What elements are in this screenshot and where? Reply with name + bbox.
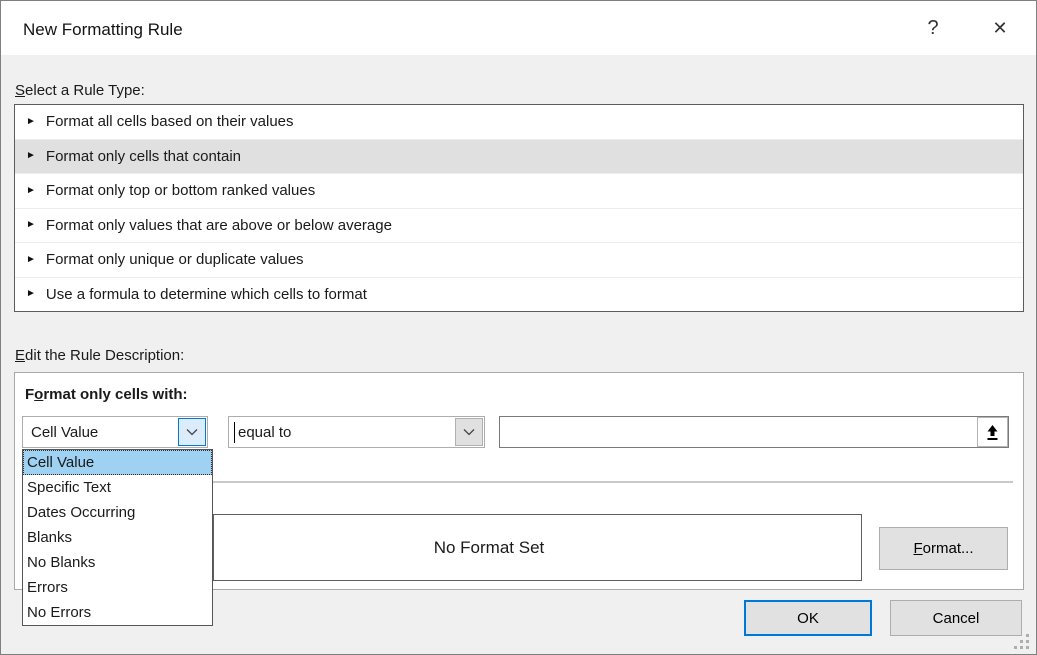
- rule-arrow-icon: ►: [26, 117, 36, 127]
- rule-type-option[interactable]: ► Use a formula to determine which cells…: [15, 278, 1023, 312]
- rule-type-option[interactable]: ► Format only unique or duplicate values: [15, 243, 1023, 278]
- rule-value-input[interactable]: [500, 417, 975, 447]
- rule-type-option-label: Format only unique or duplicate values: [46, 251, 304, 268]
- rule-value-field: [499, 416, 1009, 448]
- rule-arrow-icon: ►: [26, 151, 36, 161]
- rule-type-label: Select a Rule Type:: [15, 82, 145, 99]
- rule-arrow-icon: ►: [26, 255, 36, 265]
- cell-type-dropdown-button[interactable]: [178, 418, 206, 446]
- resize-grip[interactable]: [1013, 633, 1029, 649]
- title-bar: New Formatting Rule ? ✕: [1, 1, 1036, 55]
- range-picker-up-arrow-icon: [985, 424, 1000, 441]
- rule-type-option[interactable]: ► Format all cells based on their values: [15, 105, 1023, 140]
- operator-dropdown-button[interactable]: [455, 418, 483, 446]
- dropdown-option[interactable]: No Blanks: [23, 550, 212, 575]
- condition-label: Format only cells with:: [25, 386, 188, 403]
- ok-button[interactable]: OK: [744, 600, 872, 636]
- rule-arrow-icon: ►: [26, 186, 36, 196]
- help-icon: ?: [927, 17, 938, 40]
- format-preview-text: No Format Set: [214, 515, 764, 580]
- close-icon: ✕: [992, 18, 1007, 39]
- dialog-title: New Formatting Rule: [23, 20, 183, 40]
- new-formatting-rule-dialog: New Formatting Rule ? ✕ Select a Rule Ty…: [0, 0, 1037, 655]
- format-button[interactable]: Format...: [879, 527, 1008, 570]
- help-button[interactable]: ?: [911, 1, 955, 55]
- rule-type-option-label: Format all cells based on their values: [46, 113, 294, 130]
- cell-type-dropdown-list: Cell Value Specific Text Dates Occurring…: [22, 449, 213, 626]
- rule-arrow-icon: ►: [26, 289, 36, 299]
- dropdown-option[interactable]: Dates Occurring: [23, 500, 212, 525]
- rule-type-list: ► Format all cells based on their values…: [14, 104, 1024, 312]
- rule-type-option-label: Format only top or bottom ranked values: [46, 182, 315, 199]
- cancel-button[interactable]: Cancel: [890, 600, 1022, 636]
- dropdown-option[interactable]: Specific Text: [23, 475, 212, 500]
- close-button[interactable]: ✕: [978, 1, 1022, 55]
- text-caret: [234, 422, 235, 443]
- cell-type-value: Cell Value: [31, 417, 98, 447]
- cell-type-combobox[interactable]: Cell Value: [22, 416, 208, 448]
- dropdown-option[interactable]: Errors: [23, 575, 212, 600]
- rule-type-option[interactable]: ► Format only top or bottom ranked value…: [15, 174, 1023, 209]
- rule-type-option-label: Format only cells that contain: [46, 148, 241, 165]
- rule-arrow-icon: ►: [26, 220, 36, 230]
- format-preview-box: No Format Set: [213, 514, 862, 581]
- operator-value: equal to: [238, 417, 291, 447]
- operator-combobox[interactable]: equal to: [228, 416, 485, 448]
- chevron-down-icon: [463, 428, 475, 436]
- rule-type-option-label: Format only values that are above or bel…: [46, 217, 392, 234]
- edit-description-label: Edit the Rule Description:: [15, 347, 184, 364]
- dropdown-option[interactable]: Cell Value: [23, 450, 212, 475]
- rule-type-option-label: Use a formula to determine which cells t…: [46, 286, 367, 303]
- collapse-dialog-button[interactable]: [977, 417, 1008, 447]
- chevron-down-icon: [186, 428, 198, 436]
- dropdown-option[interactable]: Blanks: [23, 525, 212, 550]
- dropdown-option[interactable]: No Errors: [23, 600, 212, 625]
- rule-type-option[interactable]: ► Format only cells that contain: [15, 140, 1023, 175]
- rule-type-option[interactable]: ► Format only values that are above or b…: [15, 209, 1023, 244]
